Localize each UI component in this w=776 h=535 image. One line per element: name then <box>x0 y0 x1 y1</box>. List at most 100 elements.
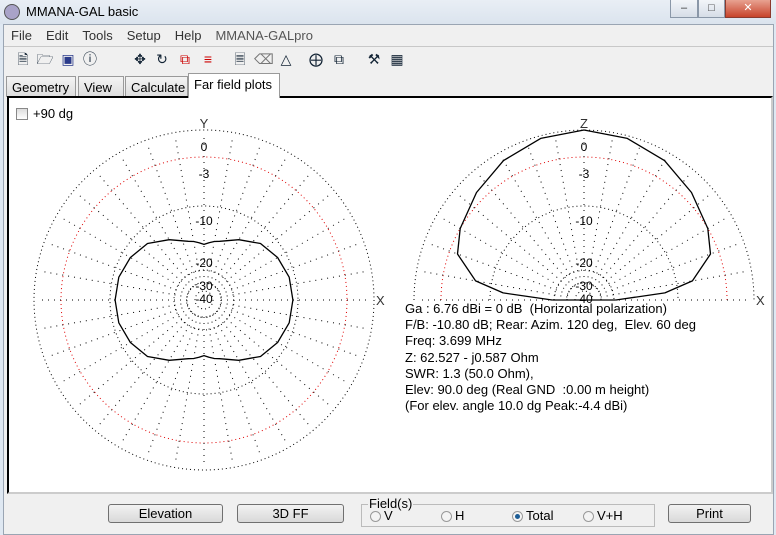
grid-spoke <box>219 305 361 358</box>
new-file-icon[interactable]: 🗎 <box>14 50 32 68</box>
grid-spoke <box>59 308 190 384</box>
axis-label-vertical: Z <box>580 116 588 131</box>
minimize-icon[interactable]: – <box>670 0 698 18</box>
grid-spoke <box>598 216 729 292</box>
tools-icon[interactable]: ⚒ <box>365 50 383 68</box>
grid-spoke <box>218 308 349 384</box>
grid-spoke <box>600 270 748 298</box>
grid-spoke <box>47 242 189 295</box>
grid-spoke <box>219 242 361 295</box>
grid-spoke <box>594 172 692 288</box>
freq-text: Freq: 3.699 MHz <box>405 333 502 349</box>
grid-spoke <box>214 172 312 288</box>
menu-tools[interactable]: Tools <box>75 25 119 45</box>
grid-spoke <box>220 270 368 298</box>
grid-spoke <box>218 216 349 292</box>
save-icon[interactable]: ▣ <box>59 50 77 68</box>
menu-mmana-galpro[interactable]: MMANA-GALpro <box>208 25 320 45</box>
grid-spoke <box>206 316 234 464</box>
tab-view[interactable]: View <box>78 76 124 97</box>
move-icon[interactable]: ✥ <box>131 50 149 68</box>
document-icon[interactable]: 🗏 <box>231 50 249 68</box>
grid-spoke <box>146 143 199 285</box>
grid-spoke <box>592 155 668 286</box>
calculator-icon[interactable]: ▦ <box>388 50 406 68</box>
fields-group: Field(s) V H Total V+H <box>361 496 655 527</box>
print-button[interactable]: Print <box>668 504 751 523</box>
title-bar: MMANA-GAL basic – □ ✕ <box>0 0 776 24</box>
rotate-icon[interactable]: ↻ <box>153 50 171 68</box>
scale-icon[interactable]: ⧉ <box>176 50 194 68</box>
open-folder-icon[interactable]: 🗁 <box>36 50 54 68</box>
impedance-text: Z: 62.527 - j0.587 Ohm <box>405 349 539 365</box>
grid-spoke <box>500 155 576 286</box>
radio-h-label: H <box>455 508 465 523</box>
gain-text: Ga : 6.76 dBi = 0 dB (Horizontal polariz… <box>405 301 667 316</box>
app-icon <box>4 4 20 20</box>
grid-spoke <box>420 270 568 298</box>
results-info: Ga : 6.76 dBi = 0 dB (Horizontal polariz… <box>405 301 696 414</box>
toolbar: 🗎 🗁 ▣ ⓘ ✥ ↻ ⧉ ≡ 🗏 ⌫ △ ⨁ ⧉ ⚒ ▦ <box>4 46 773 70</box>
grid-spoke <box>456 192 572 290</box>
3d-ff-button[interactable]: 3D FF <box>237 504 344 523</box>
ring-label: -3 <box>199 167 210 181</box>
grid-spoke <box>427 242 569 295</box>
axis-label-horizontal: X <box>756 293 765 308</box>
ring-label: -20 <box>195 256 213 270</box>
menu-setup[interactable]: Setup <box>120 25 168 45</box>
plus90-label: +90 dg <box>33 106 74 121</box>
far-field-panel: 0 -3 -10 -20 -30 -40 Y X 0 -3 -10 -20 -30 -40 Z X +90 d… <box>7 96 773 494</box>
radio-v-plus-h-label: V+H <box>597 508 623 523</box>
triangle-icon[interactable]: △ <box>277 50 295 68</box>
eraser-icon[interactable]: ⌫ <box>254 50 274 68</box>
wire-list-icon[interactable]: ≡ <box>199 50 217 68</box>
grid-spoke <box>59 216 190 292</box>
radio-v[interactable] <box>370 511 381 522</box>
copy-icon[interactable]: ⧉ <box>330 50 348 68</box>
info-icon[interactable]: ⓘ <box>81 50 99 68</box>
ring-label: -10 <box>195 214 213 228</box>
axis-label-horizontal: X <box>376 293 385 308</box>
grid-spoke <box>216 310 332 408</box>
fb-text: F/B: -10.80 dB; Rear: Azim. 120 deg, Ele… <box>405 317 696 333</box>
main-window: File Edit Tools Setup Help MMANA-GALpro … <box>3 24 774 535</box>
radio-h[interactable] <box>441 511 452 522</box>
ring-label: 0 <box>581 140 588 154</box>
close-icon[interactable]: ✕ <box>725 0 771 18</box>
axis-label-vertical: Y <box>200 116 209 131</box>
grid-spoke <box>96 312 194 428</box>
menu-file[interactable]: File <box>4 25 39 45</box>
radio-total[interactable] <box>512 511 523 522</box>
grid-spoke <box>47 305 189 358</box>
ring-label: -20 <box>575 256 593 270</box>
grid-spoke <box>526 143 579 285</box>
elevation-button[interactable]: Elevation <box>108 504 223 523</box>
elev-text: Elev: 90.0 deg (Real GND :0.00 m height) <box>405 382 650 398</box>
grid-spoke <box>96 172 194 288</box>
grid-spoke <box>214 312 312 428</box>
grid-spoke <box>40 302 188 330</box>
ring-label: -30 <box>575 279 593 293</box>
radio-v-plus-h[interactable] <box>583 511 594 522</box>
bottom-bar: Elevation 3D FF Field(s) V H Total V+H P… <box>4 495 773 535</box>
grid-spoke <box>476 172 574 288</box>
grid-spoke <box>76 192 192 290</box>
tab-far-field-plots[interactable]: Far field plots <box>188 73 280 98</box>
grid-spoke <box>146 315 199 457</box>
menu-help[interactable]: Help <box>168 25 209 45</box>
maximize-icon[interactable]: □ <box>698 0 725 18</box>
radio-total-label: Total <box>526 508 554 523</box>
peak-text: (For elev. angle 10.0 dg Peak:-4.4 dBi) <box>405 398 628 414</box>
grid-spoke <box>599 242 741 295</box>
radio-v-label: V <box>384 508 393 523</box>
grid-spoke <box>209 315 262 457</box>
ring-label: -10 <box>575 214 593 228</box>
tab-geometry[interactable]: Geometry <box>6 76 76 97</box>
plus90-checkbox[interactable] <box>16 108 28 120</box>
menu-edit[interactable]: Edit <box>39 25 75 45</box>
ring-label: -3 <box>579 167 590 181</box>
far-field-plots: 0-3-10-20-30-40YX0-3-10-20-30-40ZX <box>33 116 765 471</box>
target-icon[interactable]: ⨁ <box>307 50 325 68</box>
tab-calculate[interactable]: Calculate <box>125 76 188 97</box>
grid-spoke <box>174 316 202 464</box>
